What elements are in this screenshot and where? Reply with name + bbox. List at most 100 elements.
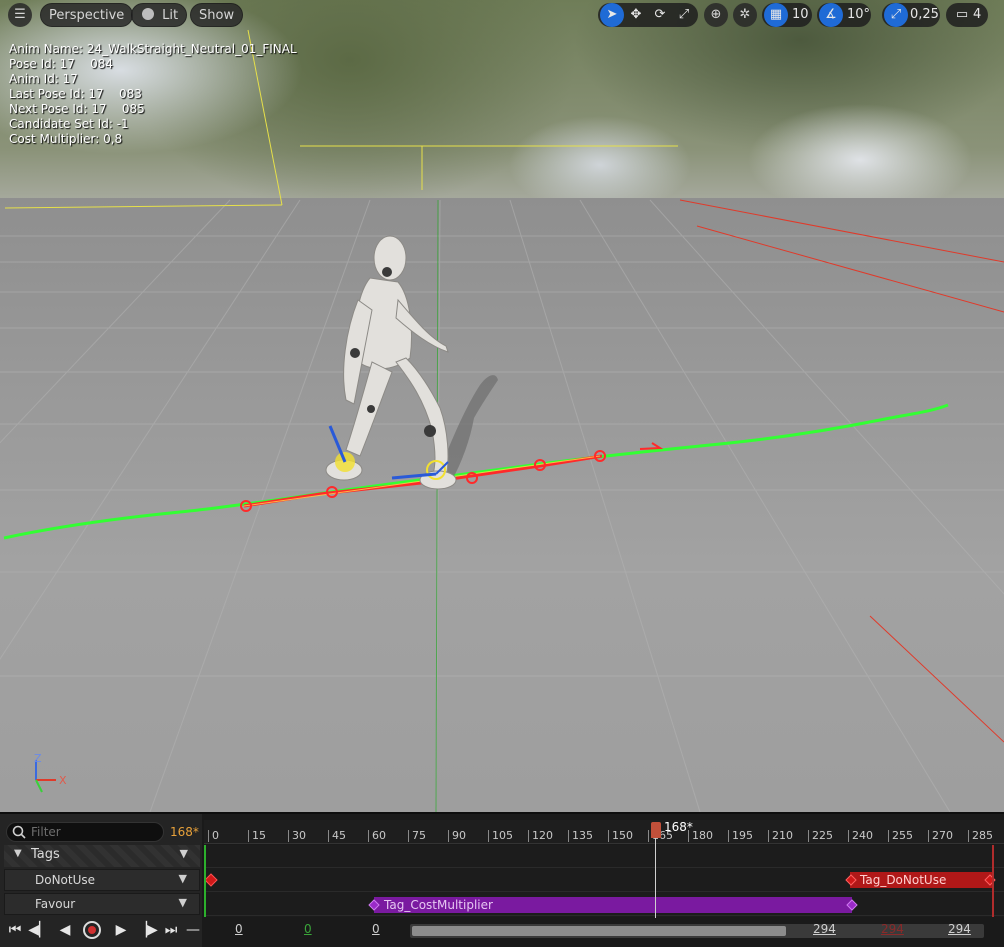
chevron-down-icon[interactable]: ▼ bbox=[180, 847, 188, 860]
chevron-down-icon[interactable]: ▼ bbox=[179, 872, 187, 885]
go-to-start-button[interactable]: ⏮ bbox=[4, 918, 26, 942]
rotation-snap-value[interactable]: 10° bbox=[847, 3, 870, 27]
step-forward-button[interactable]: ▕▶ bbox=[136, 918, 158, 942]
filter-input[interactable]: Filter bbox=[6, 822, 164, 842]
grid-snap-toggle[interactable]: ▦ bbox=[764, 3, 788, 27]
cursor-icon: ➤ bbox=[606, 7, 618, 22]
playhead-handle[interactable] bbox=[651, 822, 661, 838]
show-menu-button[interactable]: Show bbox=[190, 3, 244, 27]
next-pose-id-text: Next Pose Id: 17 085 bbox=[9, 102, 145, 116]
notify-timeline-panel: Filter 168* ▼ Tags ▼ DoNotUse ▼ Favour ▼… bbox=[0, 812, 1004, 947]
step-forward-icon: ▕▶ bbox=[136, 922, 158, 938]
scale-snap-group: ⤢ 0,25 bbox=[882, 3, 940, 27]
ruler-tick-label: 30 bbox=[292, 829, 306, 842]
rotate-icon: ⟳ bbox=[654, 7, 666, 22]
camera-speed-value: 4 bbox=[973, 7, 982, 22]
step-back-button[interactable]: ◀▏ bbox=[28, 918, 50, 942]
axis-indicator: Z X bbox=[34, 752, 67, 793]
favour-track-lane[interactable]: Tag_CostMultiplier bbox=[204, 893, 1004, 916]
lit-sphere-icon bbox=[142, 8, 154, 20]
viewport-menu-button[interactable]: ☰ bbox=[8, 3, 32, 27]
ruler-tick-label: 195 bbox=[732, 829, 753, 842]
ruler-tick-label: 15 bbox=[252, 829, 266, 842]
track-donotuse[interactable]: DoNotUse ▼ bbox=[4, 869, 200, 891]
notify-label: Tag_CostMultiplier bbox=[384, 898, 493, 912]
ruler-tick-label: 135 bbox=[572, 829, 593, 842]
working-start-value[interactable]: 0 bbox=[304, 922, 312, 936]
ruler-tick-label: 45 bbox=[332, 829, 346, 842]
rotate-tool-button[interactable]: ⟳ bbox=[648, 3, 672, 27]
grid-snap-value[interactable]: 10 bbox=[792, 3, 809, 27]
playhead-label: 168* bbox=[664, 820, 693, 834]
axis-z-label: Z bbox=[34, 752, 42, 765]
ruler-tick-label: 90 bbox=[452, 829, 466, 842]
grid-icon: ▦ bbox=[769, 7, 783, 22]
track-label: Favour bbox=[35, 897, 76, 911]
notify-marker-icon[interactable] bbox=[204, 873, 218, 887]
ruler-tick-label: 105 bbox=[492, 829, 513, 842]
scale-icon: ⤢ bbox=[678, 7, 690, 22]
notify-label: Tag_DoNotUse bbox=[860, 873, 947, 887]
ruler-tick bbox=[528, 830, 529, 842]
notify-end-icon bbox=[984, 874, 996, 886]
ruler-tick bbox=[648, 830, 649, 842]
ruler-tick-label: 120 bbox=[532, 829, 553, 842]
pose-debug-overlay: Anim Name: 24_WalkStraight_Neutral_01_FI… bbox=[9, 42, 297, 147]
world-local-toggle[interactable]: ⊕ bbox=[704, 3, 728, 27]
angle-icon: ∡ bbox=[825, 7, 837, 22]
lighting-mode-button[interactable]: Lit bbox=[131, 3, 188, 27]
go-to-end-button[interactable]: ⏭ bbox=[160, 918, 182, 942]
rotation-snap-group: ∡ 10° bbox=[817, 3, 871, 27]
playhead-line bbox=[655, 832, 656, 918]
step-back-icon: ◀▏ bbox=[28, 922, 50, 938]
tags-track-header[interactable]: ▼ Tags ▼ bbox=[4, 845, 200, 867]
snap-icon: ✲ bbox=[739, 7, 751, 22]
scrollbar-thumb[interactable] bbox=[412, 926, 786, 936]
donotuse-track-lane[interactable]: Tag_DoNotUse bbox=[204, 869, 1004, 892]
notify-tag-costmultiplier[interactable]: Tag_CostMultiplier bbox=[374, 897, 852, 913]
range-end-value[interactable]: 294 bbox=[948, 922, 971, 936]
ruler-tick bbox=[848, 830, 849, 842]
ruler-tick bbox=[968, 830, 969, 842]
select-tool-button[interactable]: ➤ bbox=[600, 3, 624, 27]
show-label: Show bbox=[199, 8, 235, 23]
play-button[interactable]: ▶ bbox=[110, 918, 132, 942]
view-end-value[interactable]: 294 bbox=[813, 922, 836, 936]
camera-speed-group[interactable]: ▭ 4 bbox=[946, 3, 988, 27]
view-start-value[interactable]: 0 bbox=[372, 922, 380, 936]
record-icon bbox=[83, 921, 101, 939]
scale-tool-button[interactable]: ⤢ bbox=[672, 3, 696, 27]
rotation-snap-toggle[interactable]: ∡ bbox=[819, 3, 843, 27]
transform-tools: ➤ ✥ ⟳ ⤢ bbox=[598, 3, 698, 27]
view-mode-label: Perspective bbox=[49, 8, 125, 23]
play-reverse-button[interactable]: ◀ bbox=[54, 918, 76, 942]
ruler-tick-label: 285 bbox=[972, 829, 993, 842]
notify-track-area[interactable]: Tag_DoNotUse Tag_CostMultiplier bbox=[204, 845, 1004, 917]
3d-viewport[interactable]: ☰ Perspective Lit Show ➤ ✥ ⟳ ⤢ ⊕ ✲ ▦ 10 … bbox=[0, 0, 1004, 812]
ruler-tick bbox=[728, 830, 729, 842]
surface-snap-button[interactable]: ✲ bbox=[733, 3, 757, 27]
ruler-tick-label: 210 bbox=[772, 829, 793, 842]
anim-name-text: Anim Name: 24_WalkStraight_Neutral_01_FI… bbox=[9, 42, 297, 56]
loop-button[interactable]: — bbox=[182, 918, 204, 942]
grid-snap-group: ▦ 10 bbox=[762, 3, 812, 27]
ruler-tick bbox=[328, 830, 329, 842]
play-reverse-icon: ◀ bbox=[59, 922, 71, 938]
scale-snap-icon: ⤢ bbox=[890, 7, 902, 22]
translate-tool-button[interactable]: ✥ bbox=[624, 3, 648, 27]
scale-snap-toggle[interactable]: ⤢ bbox=[884, 3, 908, 27]
range-start-value[interactable]: 0 bbox=[235, 922, 243, 936]
view-mode-button[interactable]: Perspective bbox=[40, 3, 134, 27]
last-pose-id-text: Last Pose Id: 17 083 bbox=[9, 87, 142, 101]
track-favour[interactable]: Favour ▼ bbox=[4, 893, 200, 915]
record-button[interactable] bbox=[81, 918, 103, 942]
chevron-down-icon[interactable]: ▼ bbox=[179, 896, 187, 909]
tags-track-lane bbox=[204, 845, 1004, 868]
timeline-ruler[interactable]: 0 15 30 45 60 75 90 105 120 135 150 165 180 195 210 225… bbox=[204, 820, 1004, 844]
pose-id-text: Pose Id: 17 084 bbox=[9, 57, 114, 71]
scale-snap-value[interactable]: 0,25 bbox=[910, 3, 939, 27]
hamburger-icon: ☰ bbox=[14, 7, 26, 22]
working-end-value[interactable]: 294 bbox=[881, 922, 904, 936]
collapse-triangle-icon[interactable]: ▼ bbox=[14, 848, 22, 859]
notify-tag-donotuse[interactable]: Tag_DoNotUse bbox=[850, 872, 992, 888]
